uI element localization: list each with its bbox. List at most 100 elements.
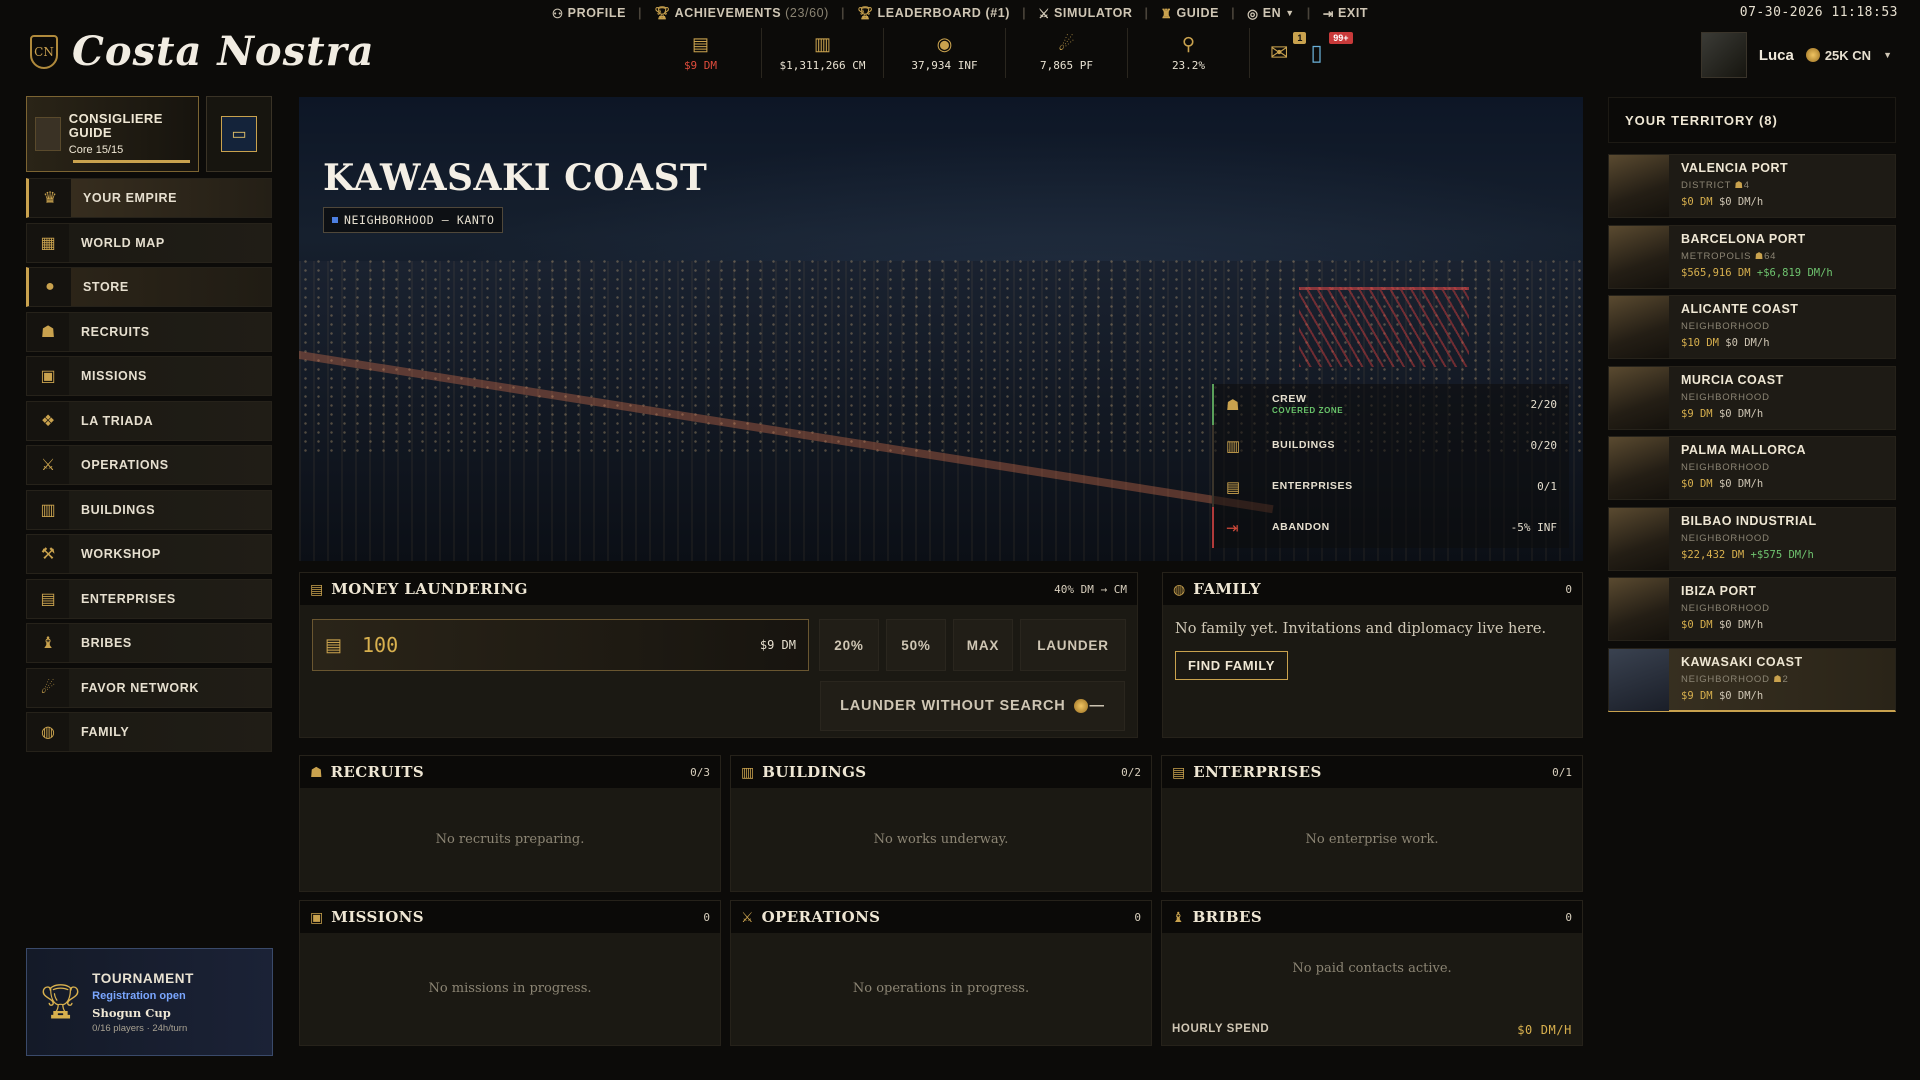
bribes-panel: ♝ BRIBES 0 No paid contacts active. HOURLY… [1161,900,1583,1046]
panel-header: ♝ BRIBES 0 [1162,901,1582,933]
sidebar-item-your-empire[interactable]: ♛ YOUR EMPIRE [26,178,272,218]
phone-icon: ▯ [1310,40,1323,65]
recruits-panel: ☗ RECRUITS 0/3 No recruits preparing. [299,755,721,892]
divider: | [1144,6,1149,20]
sidebar-item-family[interactable]: ◍ FAMILY [26,712,272,752]
territory-thumbnail [1609,366,1669,429]
envelope-icon: ✉ [1270,40,1289,65]
language-select[interactable]: ◎ EN ▼ [1241,6,1301,21]
territory-item[interactable]: KAWASAKI COAST NEIGHBORHOOD ☗2 $9 DM $0 … [1608,647,1896,712]
coin-icon: ● [29,268,71,306]
bribe-icon: ♝ [27,624,69,662]
swords-icon: ⚔ [741,908,754,925]
chevron-down-icon: ▼ [1883,50,1892,60]
panel-header: ⚔ OPERATIONS 0 [731,901,1151,933]
family-empty-text: No family yet. Invitations and diplomacy… [1175,621,1547,637]
sidebar-item-missions[interactable]: ▣ MISSIONS [26,356,272,396]
cash-bundle-icon: ▥ [813,34,831,54]
territory-item[interactable]: PALMA MALLORCA NEIGHBORHOOD $0 DM $0 DM/… [1608,436,1896,500]
sidebar-item-recruits[interactable]: ☗ RECRUITS [26,311,272,352]
building-icon: ▥ [741,763,755,780]
user-panel[interactable]: Luca 25K CN ▼ [1700,32,1892,78]
stat-crew[interactable]: ☗ CREW COVERED ZONE 2/20 [1212,384,1569,425]
globe-icon: ◎ [1247,6,1259,21]
resource-clean-money[interactable]: ▥ $1,311,266 CM [762,28,884,78]
missions-icon: ▣ [310,908,324,925]
territory-kind: NEIGHBORHOOD ☗2 [1681,673,1789,685]
territory-kind: NEIGHBORHOOD [1681,391,1770,403]
nav-guide[interactable]: ♜ GUIDE [1155,6,1225,21]
territory-item[interactable]: MURCIA COAST NEIGHBORHOOD $9 DM $0 DM/h [1608,365,1896,430]
buildings-panel: ▥ BUILDINGS 0/2 No works underway. [730,755,1152,892]
nav-exit[interactable]: ⇥ EXIT [1317,6,1374,21]
sidebar-item-favor-network[interactable]: ☄ FAVOR NETWORK [26,667,272,708]
enterprise-icon: ▤ [1226,478,1241,496]
family-icon: ◍ [1173,580,1186,597]
territory-kind: NEIGHBORHOOD [1681,321,1770,332]
sidebar-item-bribes[interactable]: ♝ BRIBES [26,623,272,663]
percent-50-button[interactable]: 50% [886,619,946,671]
find-family-button[interactable]: FIND FAMILY [1175,651,1289,680]
coin-icon [1805,48,1820,62]
consigliere-guide[interactable]: CONSIGLIERE GUIDE Core 15/15 [26,96,199,172]
resource-influence[interactable]: ◉ 37,934 INF [884,28,1006,78]
sidebar-nav: ♛ YOUR EMPIRE ▦ WORLD MAP ● STORE ☗ RECRUITS… [26,178,272,757]
territory-item[interactable]: VALENCIA PORT DISTRICT ☗4 $0 DM $0 DM/h [1608,154,1896,218]
panel-header: ▥ BUILDINGS 0/2 [731,756,1151,788]
percent-20-button[interactable]: 20% [819,619,879,671]
territory-income: $22,432 DM +$575 DM/h [1681,548,1814,561]
territory-income: $0 DM $0 DM/h [1681,619,1764,631]
territory-name: ALICANTE COAST [1681,302,1799,316]
territory-income: $565,916 DM +$6,819 DM/h [1681,266,1833,279]
nav-simulator[interactable]: ⚔ SIMULATOR [1032,6,1138,21]
top-nav: ⚇ PROFILE | 🏆︎ ACHIEVEMENTS (23/60) | 🏆︎ LEA… [0,0,1920,26]
nav-leaderboard[interactable]: 🏆︎ LEADERBOARD (#1) [851,6,1016,21]
launder-button[interactable]: LAUNDER [1020,619,1126,671]
family-panel: ◍ FAMILY 0 No family yet. Invitations and … [1162,572,1583,738]
crew-icon: ☗ [1226,396,1240,414]
mail-button[interactable]: ✉ 1 [1270,32,1307,66]
territory-item[interactable]: ALICANTE COAST NEIGHBORHOOD $10 DM $0 DM… [1608,295,1896,359]
abandon-button[interactable]: ⇥ ABANDON -5% INF [1212,507,1569,548]
territory-thumbnail [1609,437,1669,499]
stat-buildings[interactable]: ▥ BUILDINGS 0/20 [1212,425,1569,466]
bribe-icon: ♝ [1172,908,1185,925]
territory-item[interactable]: IBIZA PORT NEIGHBORHOOD $0 DM $0 DM/h [1608,577,1896,641]
territory-item[interactable]: BARCELONA PORT METROPOLIS ☗64 $565,916 D… [1608,224,1896,289]
max-button[interactable]: MAX [953,619,1013,671]
building-icon: ▥ [27,490,69,529]
resource-search[interactable]: ⚲ 23.2% [1128,28,1250,78]
territory-income: $0 DM $0 DM/h [1681,478,1764,490]
nav-achievements[interactable]: 🏆︎ ACHIEVEMENTS (23/60) [648,6,835,21]
emblem-icon: CN [30,34,58,69]
sidebar-item-operations[interactable]: ⚔ OPERATIONS [26,445,272,485]
panel-header: ◍ FAMILY 0 [1163,573,1582,605]
territory-item[interactable]: BILBAO INDUSTRIAL NEIGHBORHOOD $22,432 D… [1608,506,1896,571]
tournament-title: TOURNAMENT [92,970,194,986]
empty-state: No operations in progress. [852,981,1030,996]
empty-state: No works underway. [873,832,1009,847]
territory-thumbnail [1609,155,1669,217]
launder-without-search-button[interactable]: LAUNDER WITHOUT SEARCH — [820,681,1125,731]
tournament-players: 0/16 players · 24h/turn [92,1022,188,1034]
resource-dirty-money[interactable]: ▤ $9 DM [640,28,762,78]
stat-enterprises[interactable]: ▤ ENTERPRISES 0/1 [1212,466,1569,507]
launder-amount-input[interactable]: ▤ 100 $9 DM [312,619,809,671]
missions-icon: ▣ [27,357,69,395]
zone-title: KAWASAKI COAST [323,157,708,199]
phone-button[interactable]: ▯ 99+ [1310,32,1353,66]
nav-profile[interactable]: ⚇ PROFILE [546,6,632,21]
game-logo[interactable]: CN Costa Nostra [30,28,375,75]
chat-button[interactable]: ▭ [206,96,272,172]
sidebar-item-buildings[interactable]: ▥ BUILDINGS [26,489,272,530]
sidebar-item-la-triada[interactable]: ❖ LA TRIADA [26,400,272,441]
sidebar-item-world-map[interactable]: ▦ WORLD MAP [26,222,272,263]
sidebar-item-workshop[interactable]: ⚒ WORKSHOP [26,534,272,574]
resource-favor[interactable]: ☄ 7,865 PF [1006,28,1128,78]
building-icon: ▥ [1226,437,1241,455]
exit-icon: ⇥ [1226,519,1239,537]
sidebar-item-store[interactable]: ● STORE [26,267,272,307]
territory-thumbnail [1609,578,1669,640]
tournament-card[interactable]: 🏆︎ TOURNAMENT Registration open Shogun C… [26,948,273,1056]
sidebar-item-enterprises[interactable]: ▤ ENTERPRISES [26,578,272,619]
